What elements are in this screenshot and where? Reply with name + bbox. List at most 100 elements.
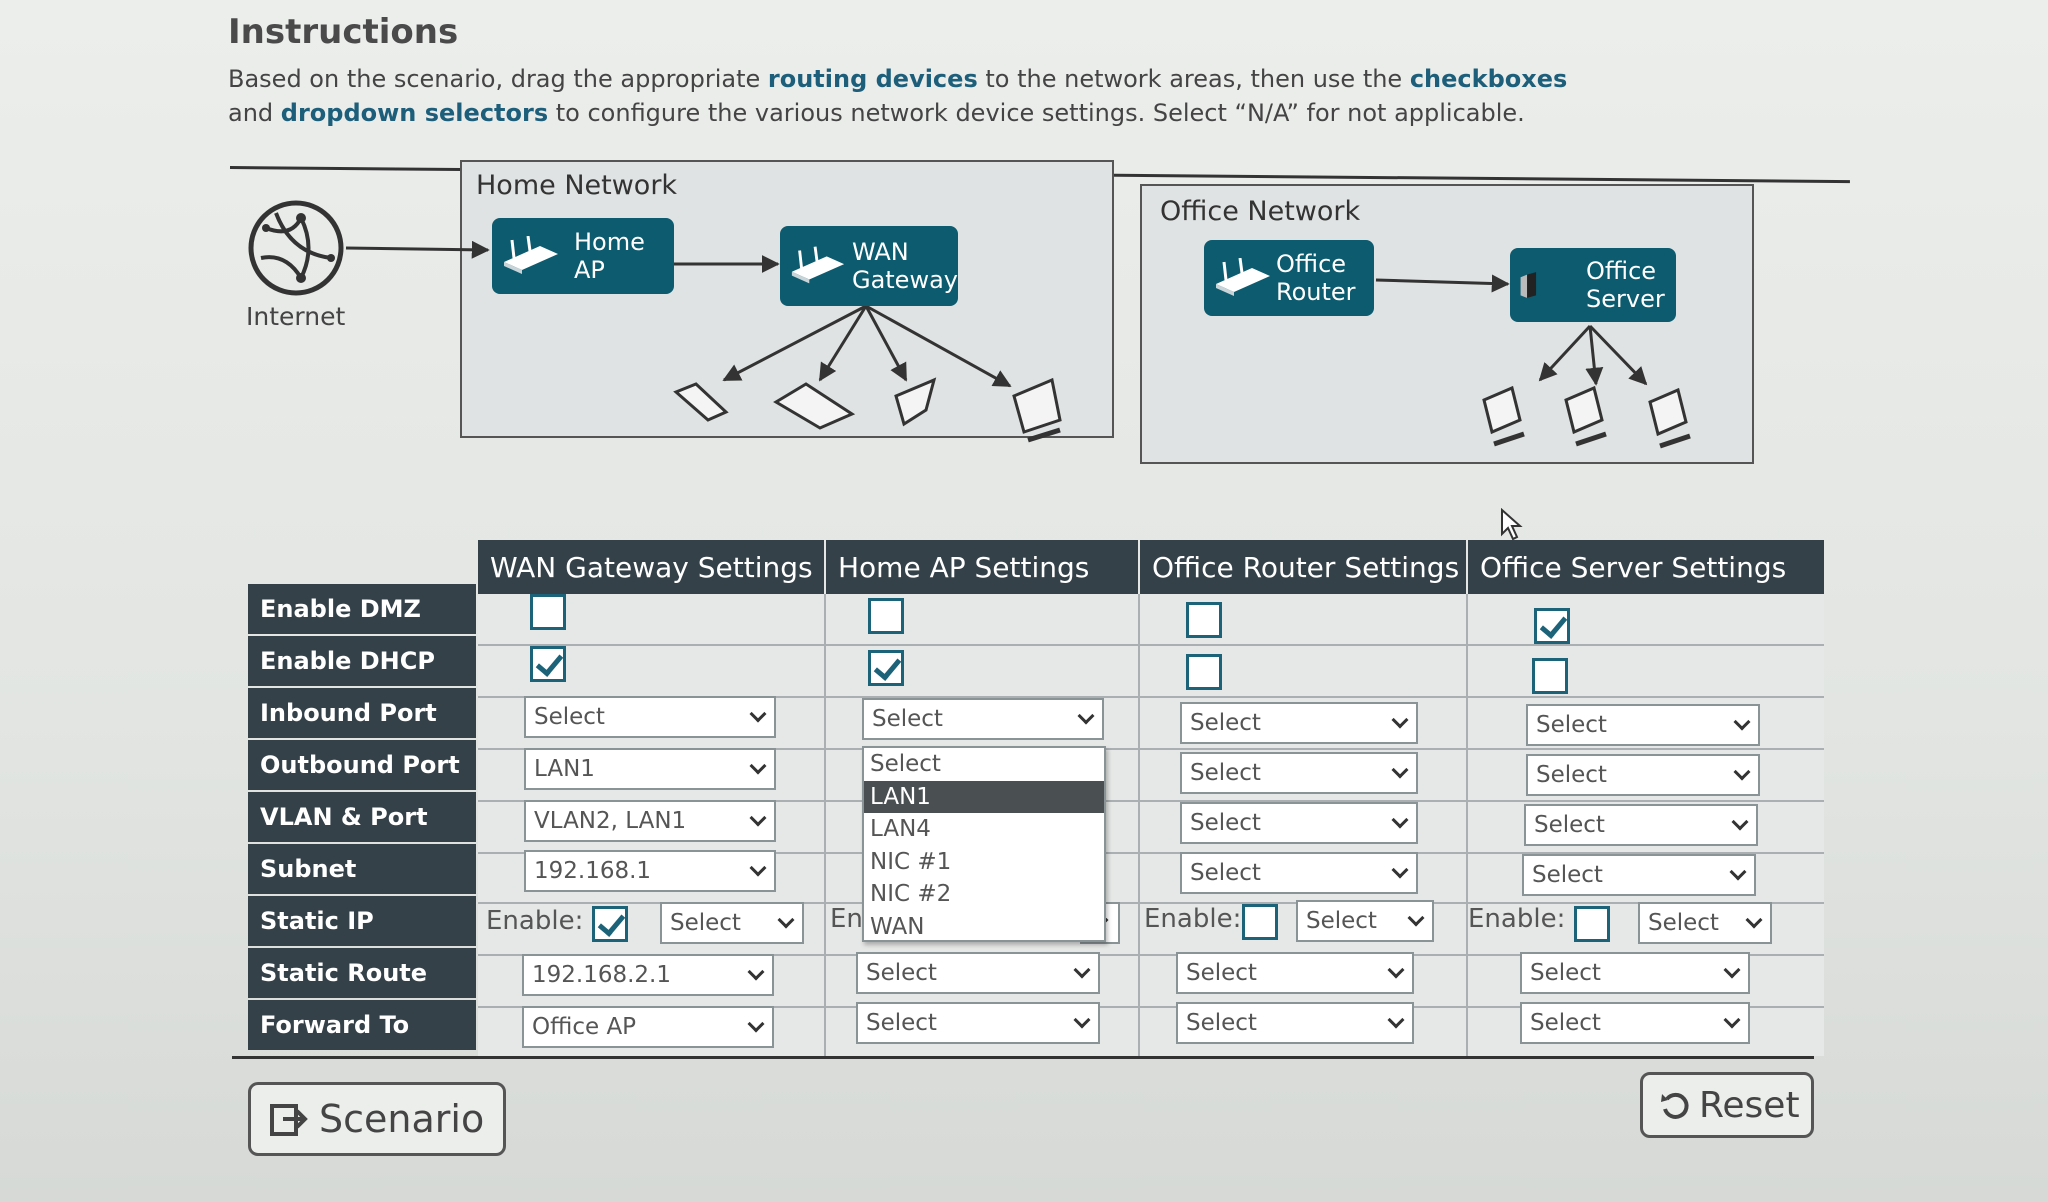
column-header-office-server: Office Server Settings — [1468, 540, 1824, 594]
select-value: Select — [1186, 1010, 1257, 1036]
select-value: Select — [670, 910, 741, 936]
office-server-static-ip-select[interactable]: Select — [1638, 902, 1772, 944]
select-value: Select — [872, 706, 943, 732]
home-ap-device[interactable]: Home AP — [492, 218, 674, 294]
select-value: Select — [866, 1010, 937, 1036]
office-server-vlan-port-select[interactable]: Select — [1524, 804, 1758, 846]
row-label-static-route: Static Route — [248, 948, 476, 998]
wan-gateway-dmz-checkbox[interactable] — [530, 594, 566, 630]
wan-gateway-vlan-port-select[interactable]: VLAN2, LAN1 — [524, 800, 776, 842]
home-ap-dhcp-checkbox[interactable] — [868, 650, 904, 686]
office-router-outbound-port-select[interactable]: Select — [1180, 752, 1418, 794]
scenario-button[interactable]: Scenario — [248, 1082, 506, 1156]
dropdown-option[interactable]: NIC #1 — [864, 846, 1104, 879]
wan-gateway-static-ip-enable-label: Enable: — [486, 906, 584, 936]
reset-button[interactable]: Reset — [1640, 1072, 1814, 1138]
wan-gateway-inbound-port-select[interactable]: Select — [524, 696, 776, 738]
reset-icon — [1661, 1092, 1689, 1119]
wan-gateway-dhcp-checkbox[interactable] — [530, 646, 566, 682]
home-ap-outbound-port-dropdown-list[interactable]: Select LAN1 LAN4 NIC #1 NIC #2 WAN — [862, 746, 1106, 942]
scenario-button-label: Scenario — [319, 1097, 485, 1141]
select-value: Select — [534, 704, 605, 730]
office-router-static-route-select[interactable]: Select — [1176, 952, 1414, 994]
chevron-down-icon — [1391, 811, 1409, 829]
grid-line — [824, 594, 826, 1056]
office-router-device[interactable]: Office Router — [1204, 240, 1374, 316]
chevron-down-icon — [1391, 861, 1409, 879]
chevron-down-icon — [1733, 763, 1751, 781]
select-value: VLAN2, LAN1 — [534, 808, 687, 834]
office-server-subnet-select[interactable]: Select — [1522, 854, 1756, 896]
home-ap-inbound-port-select[interactable]: Select — [862, 698, 1104, 740]
instructions-text-1: Based on the scenario, drag the appropri… — [228, 65, 768, 93]
column-header-wan-gateway: WAN Gateway Settings — [478, 540, 824, 594]
office-server-outbound-port-select[interactable]: Select — [1526, 754, 1760, 796]
instructions-text-4: to configure the various network device … — [548, 99, 1525, 127]
wan-gateway-label: WAN Gateway — [851, 238, 958, 294]
select-value: Select — [1534, 812, 1605, 838]
wan-gateway-static-ip-checkbox[interactable] — [592, 906, 628, 942]
chevron-down-icon — [1723, 961, 1741, 979]
wan-gateway-static-ip-select[interactable]: Select — [660, 902, 804, 944]
row-label-outbound-port: Outbound Port — [248, 740, 476, 790]
chevron-down-icon — [749, 809, 767, 827]
home-ap-dmz-checkbox[interactable] — [868, 598, 904, 634]
select-value: LAN1 — [534, 756, 595, 782]
office-router-static-ip-checkbox[interactable] — [1242, 904, 1278, 940]
chevron-down-icon — [1387, 961, 1405, 979]
office-server-dmz-checkbox[interactable] — [1534, 608, 1570, 644]
office-router-inbound-port-select[interactable]: Select — [1180, 702, 1418, 744]
office-server-device[interactable]: Office Server — [1510, 248, 1676, 322]
office-router-static-ip-enable-label: Enable: — [1144, 904, 1242, 934]
home-ap-forward-to-select[interactable]: Select — [856, 1002, 1100, 1044]
row-label-subnet: Subnet — [248, 844, 476, 894]
row-label-enable-dhcp: Enable DHCP — [248, 636, 476, 686]
office-router-forward-to-select[interactable]: Select — [1176, 1002, 1414, 1044]
instructions-text-3: and — [228, 99, 281, 127]
office-router-dmz-checkbox[interactable] — [1186, 602, 1222, 638]
dropdown-option[interactable]: WAN — [864, 911, 1104, 944]
select-value: Select — [1186, 960, 1257, 986]
home-ap-label: Home AP — [574, 228, 645, 284]
office-server-forward-to-select[interactable]: Select — [1520, 1002, 1750, 1044]
reset-button-label: Reset — [1699, 1084, 1800, 1126]
home-network-title: Home Network — [476, 170, 678, 201]
chevron-down-icon — [1731, 813, 1749, 831]
column-header-office-router: Office Router Settings — [1140, 540, 1466, 594]
grid-line — [478, 644, 1824, 646]
routing-devices-emphasis: routing devices — [767, 65, 978, 93]
office-router-static-ip-select[interactable]: Select — [1296, 900, 1434, 942]
chevron-down-icon — [749, 757, 767, 775]
select-value: Select — [866, 960, 937, 986]
dropdown-option[interactable]: LAN4 — [864, 813, 1104, 846]
chevron-down-icon — [1733, 713, 1751, 731]
wan-gateway-forward-to-select[interactable]: Office AP — [522, 1006, 774, 1048]
checkboxes-emphasis: checkboxes — [1409, 65, 1568, 93]
office-router-subnet-select[interactable]: Select — [1180, 852, 1418, 894]
bottom-divider — [232, 1056, 1814, 1059]
office-router-dhcp-checkbox[interactable] — [1186, 654, 1222, 690]
chevron-down-icon — [1077, 707, 1095, 725]
home-ap-static-route-select[interactable]: Select — [856, 952, 1100, 994]
select-value: Select — [1190, 810, 1261, 836]
dropdown-option[interactable]: Select — [864, 748, 1104, 781]
office-server-inbound-port-select[interactable]: Select — [1526, 704, 1760, 746]
wan-gateway-static-route-select[interactable]: 192.168.2.1 — [522, 954, 774, 996]
office-server-static-ip-checkbox[interactable] — [1574, 906, 1610, 942]
select-value: 192.168.2.1 — [532, 962, 671, 988]
wan-gateway-subnet-select[interactable]: 192.168.1 — [524, 850, 776, 892]
office-server-static-route-select[interactable]: Select — [1520, 952, 1750, 994]
chevron-down-icon — [1387, 1011, 1405, 1029]
wan-gateway-outbound-port-select[interactable]: LAN1 — [524, 748, 776, 790]
grid-line — [1138, 594, 1140, 1056]
wan-gateway-device[interactable]: WAN Gateway — [780, 226, 958, 306]
office-router-vlan-port-select[interactable]: Select — [1180, 802, 1418, 844]
instructions-text: Based on the scenario, drag the appropri… — [228, 62, 1608, 130]
select-value: Select — [1536, 712, 1607, 738]
dropdown-option[interactable]: NIC #2 — [864, 878, 1104, 911]
dropdown-option-highlighted[interactable]: LAN1 — [864, 780, 1104, 813]
office-server-dhcp-checkbox[interactable] — [1532, 658, 1568, 694]
office-network-title: Office Network — [1160, 196, 1361, 227]
select-value: Select — [1190, 710, 1261, 736]
mouse-pointer-icon — [1501, 508, 1523, 541]
